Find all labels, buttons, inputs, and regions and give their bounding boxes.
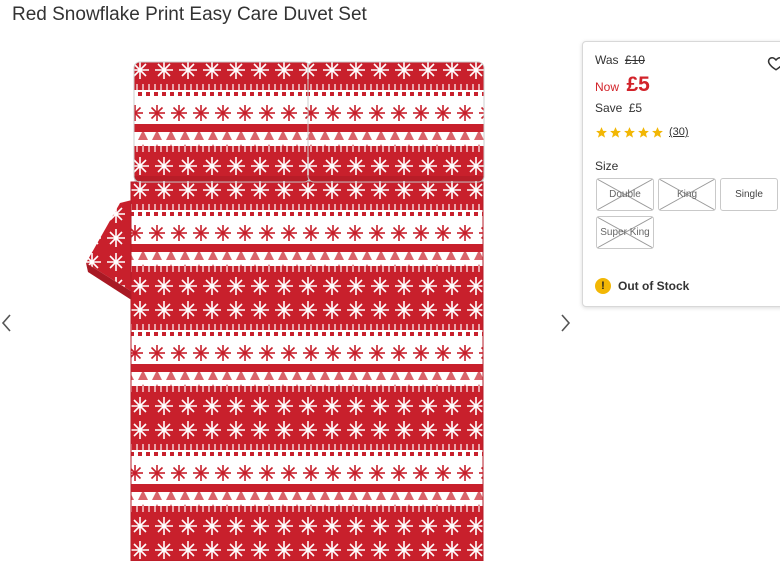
heart-icon <box>767 56 780 71</box>
was-label: Was <box>595 53 619 67</box>
size-option-label: Single <box>735 189 763 200</box>
save-label: Save <box>595 101 623 115</box>
star-icon <box>596 126 607 138</box>
star-icon <box>624 126 635 138</box>
save-amount: Save £5 <box>595 101 642 115</box>
size-option-label: King <box>676 189 697 200</box>
size-option-super-king[interactable]: Super King <box>596 216 654 249</box>
star-icon <box>638 126 649 138</box>
was-price-value: £10 <box>624 53 645 67</box>
size-option-king[interactable]: King <box>658 178 716 211</box>
next-image-button[interactable] <box>558 312 572 334</box>
size-option-single[interactable]: Single <box>720 178 778 211</box>
purchase-panel: Was £10 Now £5 Save £5 (30) Size Double <box>582 41 780 307</box>
size-option-label: Super King <box>600 227 650 238</box>
size-option-double[interactable]: Double <box>596 178 654 211</box>
star-icon <box>610 126 621 138</box>
chevron-right-icon <box>561 314 571 332</box>
now-label: Now <box>595 80 620 94</box>
size-option-label: Double <box>609 189 641 200</box>
stock-status-text: Out of Stock <box>618 279 690 293</box>
star-rating: (30) <box>595 125 689 139</box>
now-price: Now £5 <box>595 73 650 97</box>
size-label: Size <box>595 159 619 173</box>
product-image <box>86 61 485 561</box>
exclamation-icon: ! <box>595 278 611 294</box>
was-price: Was £10 <box>595 53 645 67</box>
save-value: £5 <box>628 101 643 115</box>
product-title: Red Snowflake Print Easy Care Duvet Set <box>12 4 367 25</box>
stock-status: ! Out of Stock <box>595 278 689 294</box>
previous-image-button[interactable] <box>0 312 14 334</box>
review-count-link[interactable]: (30) <box>669 126 689 138</box>
chevron-left-icon <box>1 314 11 332</box>
now-price-value: £5 <box>626 73 650 96</box>
wishlist-button[interactable] <box>767 54 780 72</box>
star-icon <box>652 126 663 138</box>
